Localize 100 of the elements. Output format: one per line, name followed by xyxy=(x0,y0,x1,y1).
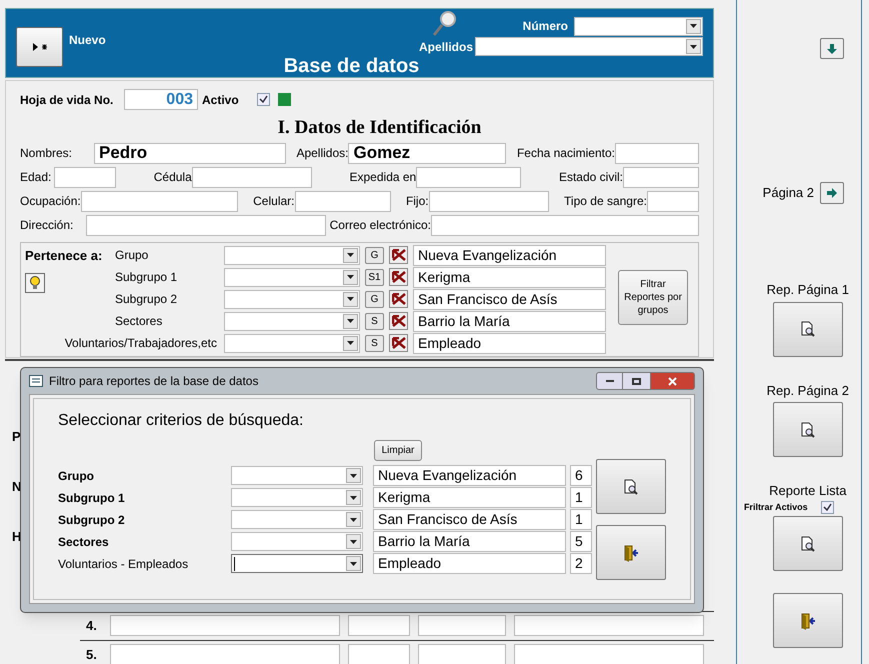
new-record-button[interactable] xyxy=(16,27,63,67)
dropdown-field[interactable] xyxy=(224,246,360,264)
field-label: Fijo: xyxy=(406,193,429,210)
input-field[interactable]: Gomez xyxy=(348,142,506,164)
input-field[interactable] xyxy=(514,615,704,636)
checkbox[interactable] xyxy=(256,93,270,106)
checkmark-icon xyxy=(822,502,832,512)
count-field[interactable]: 1 xyxy=(570,487,592,508)
count-field[interactable]: 2 xyxy=(570,553,592,574)
input-field[interactable]: Pedro xyxy=(94,142,286,164)
input-field[interactable] xyxy=(192,166,312,188)
field-label: Dirección: xyxy=(20,217,74,234)
input-field[interactable] xyxy=(428,190,549,212)
input-field[interactable]: Nueva Evangelización xyxy=(373,465,566,486)
report-label: Rep. Página 1 xyxy=(766,281,849,299)
input-field[interactable] xyxy=(348,615,410,636)
form-icon xyxy=(29,375,43,387)
lightbulb-icon[interactable] xyxy=(25,273,45,293)
dialog-heading: Seleccionar criterios de búsqueda: xyxy=(58,411,304,431)
input-field[interactable] xyxy=(110,644,340,664)
minimize-icon xyxy=(606,380,614,382)
group-code-button[interactable]: G xyxy=(365,290,384,308)
group-code-button[interactable]: S xyxy=(365,334,384,352)
minimize-button[interactable] xyxy=(596,372,623,390)
input-field[interactable] xyxy=(418,644,506,664)
dropdown-field[interactable] xyxy=(224,312,360,330)
dropdown-field[interactable] xyxy=(231,532,363,551)
report-preview-button[interactable] xyxy=(772,516,843,571)
next-page-button[interactable] xyxy=(820,182,844,204)
input-field[interactable] xyxy=(623,166,699,188)
input-field[interactable]: San Francisco de Asís xyxy=(373,509,566,530)
record-number-field[interactable]: 003 xyxy=(124,89,198,110)
row-number: 4. xyxy=(86,616,98,635)
exit-button[interactable] xyxy=(772,593,843,648)
input-field[interactable]: Empleado xyxy=(413,332,606,354)
dropdown-field[interactable] xyxy=(231,510,363,529)
dropdown-field[interactable] xyxy=(574,16,703,36)
count-field[interactable]: 1 xyxy=(570,509,592,530)
remove-filter-icon[interactable] xyxy=(389,334,408,352)
criteria-label: Voluntarios - Empleados xyxy=(58,556,190,572)
dropdown-field[interactable] xyxy=(231,488,363,507)
magnifier-icon[interactable] xyxy=(430,10,457,38)
group-code-button[interactable]: S xyxy=(365,312,384,330)
preview-button[interactable] xyxy=(596,459,666,514)
remove-filter-icon[interactable] xyxy=(389,246,408,264)
field-label: Ocupación: xyxy=(20,193,81,210)
input-field[interactable]: Kerigma xyxy=(373,487,566,508)
input-field[interactable] xyxy=(431,214,699,236)
field-label: Fecha nacimiento: xyxy=(516,145,615,162)
input-field[interactable]: San Francisco de Asís xyxy=(413,288,606,310)
input-field[interactable] xyxy=(54,166,116,188)
input-field[interactable] xyxy=(418,615,506,636)
remove-filter-icon[interactable] xyxy=(389,312,408,330)
dropdown-field[interactable] xyxy=(224,334,360,352)
remove-filter-icon[interactable] xyxy=(389,290,408,308)
group-label: Subgrupo 1 xyxy=(115,269,178,286)
groups-label: Pertenece a: xyxy=(25,246,104,264)
count-field[interactable]: 6 xyxy=(570,465,592,486)
dropdown-field[interactable] xyxy=(224,268,360,286)
input-field[interactable] xyxy=(348,644,410,664)
dropdown-field[interactable] xyxy=(231,554,363,573)
input-field[interactable] xyxy=(514,644,704,664)
new-record-icon xyxy=(32,43,46,51)
clear-button[interactable]: Limpiar xyxy=(374,440,422,461)
input-field[interactable]: Nueva Evangelización xyxy=(413,244,606,266)
field-label: Edad: xyxy=(20,169,52,186)
filter-reports-button[interactable]: Filtrar Reportes por grupos xyxy=(618,270,688,324)
dropdown-field[interactable] xyxy=(224,290,360,308)
checkbox[interactable] xyxy=(820,500,834,514)
maximize-button[interactable] xyxy=(623,372,650,390)
report-label: Reporte Lista xyxy=(769,482,846,500)
input-field[interactable]: Empleado xyxy=(373,553,566,574)
dropdown-field[interactable] xyxy=(475,37,703,56)
input-field[interactable]: Barrio la María xyxy=(373,531,566,552)
scroll-down-button[interactable] xyxy=(820,38,844,59)
input-field[interactable] xyxy=(294,190,390,212)
input-field[interactable]: Kerigma xyxy=(413,266,606,288)
report-preview-button[interactable] xyxy=(772,302,843,356)
close-button[interactable] xyxy=(650,372,695,390)
report-label: Rep. Página 2 xyxy=(766,382,849,400)
criteria-label: Subgrupo 1 xyxy=(58,490,126,506)
input-field[interactable] xyxy=(80,190,238,212)
input-field[interactable] xyxy=(647,190,699,212)
input-field[interactable]: Barrio la María xyxy=(413,310,606,332)
remove-filter-icon[interactable] xyxy=(389,268,408,286)
exit-button[interactable] xyxy=(596,525,666,580)
input-field[interactable] xyxy=(86,214,326,236)
section-title: I. Datos de Identificación xyxy=(276,116,482,140)
exit-door-icon xyxy=(622,544,640,562)
group-label: Grupo xyxy=(115,247,150,264)
report-preview-button[interactable] xyxy=(772,402,843,457)
row-label: P xyxy=(12,428,22,446)
dropdown-field[interactable] xyxy=(231,466,363,485)
group-code-button[interactable]: S1 xyxy=(365,268,384,286)
group-code-button[interactable]: G xyxy=(365,246,384,264)
input-field[interactable] xyxy=(615,142,699,164)
status-square xyxy=(278,93,291,106)
count-field[interactable]: 5 xyxy=(570,531,592,552)
input-field[interactable] xyxy=(416,166,522,188)
input-field[interactable] xyxy=(110,615,340,636)
